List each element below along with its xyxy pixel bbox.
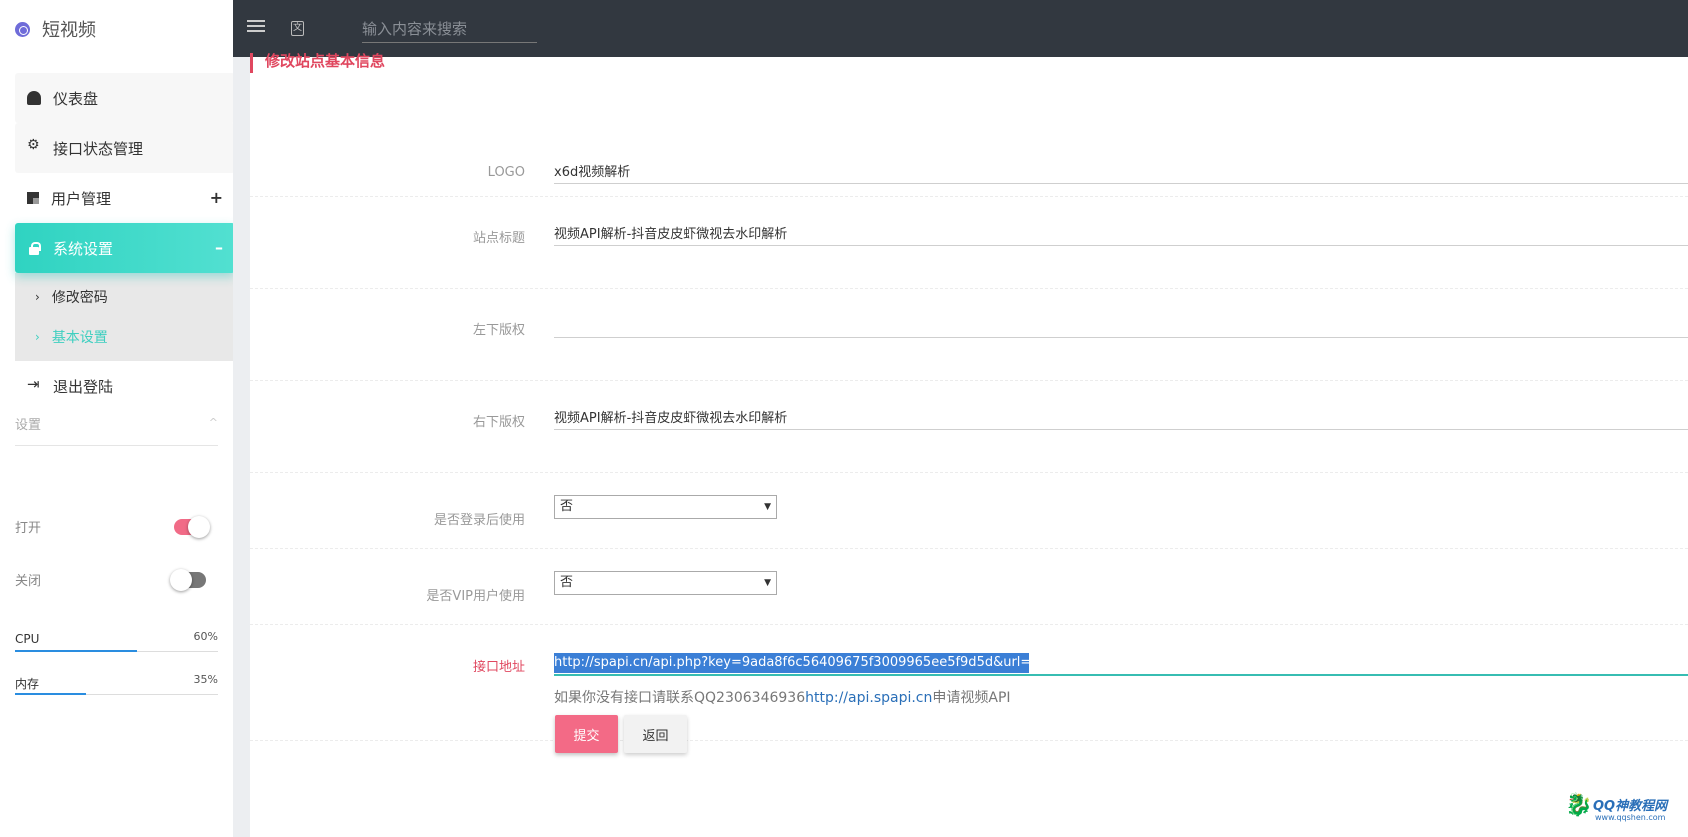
dropdown-arrow-icon: ▼ bbox=[764, 578, 771, 588]
meter-value: 60% bbox=[193, 630, 218, 643]
sidebar-item-system-settings[interactable]: 系统设置 – bbox=[15, 223, 235, 273]
sidebar-item-label: 退出登陆 bbox=[53, 377, 114, 396]
section-title: 修改站点基本信息 bbox=[250, 53, 385, 73]
form-row-copyright-right: 右下版权 bbox=[250, 381, 1688, 473]
watermark: 🐉 QQ神教程网 www.qqshen.com bbox=[1565, 793, 1675, 827]
main-content: 修改站点基本信息 LOGO 站点标题 左下版权 右下版权 是否登录后使用 否 ▼… bbox=[250, 53, 1688, 837]
gears-icon bbox=[27, 137, 41, 155]
toggle-knob bbox=[188, 516, 210, 538]
form-row-vip-required: 是否VIP用户使用 否 ▼ bbox=[250, 549, 1688, 625]
meter-value: 35% bbox=[193, 673, 218, 686]
watermark-text: QQ神教程网 bbox=[1593, 799, 1668, 814]
menu-toggle-icon[interactable] bbox=[247, 20, 265, 36]
submenu-item-label: 修改密码 bbox=[51, 290, 108, 306]
cpu-meter: CPU 60% bbox=[15, 630, 218, 652]
select-value: 否 bbox=[560, 575, 574, 590]
submenu-item-basic-settings[interactable]: › 基本设置 bbox=[15, 317, 235, 357]
brand[interactable]: 短视频 bbox=[15, 14, 96, 44]
field-label: 站点标题 bbox=[472, 231, 525, 246]
search-input[interactable] bbox=[362, 16, 537, 43]
api-url-field[interactable] bbox=[554, 650, 1688, 676]
toggle-switch-on[interactable] bbox=[174, 516, 210, 538]
back-button[interactable]: 返回 bbox=[624, 715, 687, 753]
sidebar-item-label: 用户管理 bbox=[51, 189, 112, 208]
field-label: 接口地址 bbox=[472, 660, 525, 675]
login-required-select[interactable]: 否 ▼ bbox=[554, 495, 777, 519]
field-label: LOGO bbox=[487, 165, 525, 180]
lock-icon bbox=[27, 241, 41, 255]
form-row-copyright-left: 左下版权 bbox=[250, 289, 1688, 381]
field-label: 右下版权 bbox=[472, 415, 525, 430]
sidebar: 短视频 仪表盘 接口状态管理 用户管理 + 系统设置 – › 修改密码 › bbox=[0, 0, 235, 837]
dashboard-icon bbox=[27, 91, 41, 105]
form-row-logo: LOGO bbox=[250, 87, 1688, 197]
help-text-prefix: 如果你没有接口请联系QQ2306346936 bbox=[554, 690, 806, 706]
form-row-api-url: 接口地址 如果你没有接口请联系QQ2306346936http://api.sp… bbox=[250, 625, 1688, 741]
select-value: 否 bbox=[560, 499, 574, 514]
meter-fill bbox=[15, 650, 137, 652]
chevron-right-icon: › bbox=[35, 330, 40, 344]
copyright-left-field[interactable] bbox=[554, 312, 1688, 338]
sidebar-item-dashboard[interactable]: 仪表盘 bbox=[15, 73, 235, 123]
field-label: 左下版权 bbox=[472, 323, 525, 338]
switch-label: 关闭 bbox=[15, 574, 42, 589]
submenu-item-change-password[interactable]: › 修改密码 bbox=[15, 277, 235, 317]
site-title-field[interactable] bbox=[554, 220, 1688, 246]
dropdown-arrow-icon: ▼ bbox=[764, 502, 771, 512]
toggle-switch-off[interactable] bbox=[170, 569, 206, 591]
sidebar-item-label: 接口状态管理 bbox=[53, 139, 144, 158]
watermark-url: www.qqshen.com bbox=[1595, 813, 1666, 822]
chevron-up-icon: ^ bbox=[208, 416, 218, 429]
dragon-logo-icon: 🐉 bbox=[1565, 793, 1593, 818]
sidebar-menu: 仪表盘 接口状态管理 用户管理 + 系统设置 – › 修改密码 › 基本设置 bbox=[15, 73, 235, 411]
sidebar-item-label: 仪表盘 bbox=[53, 89, 99, 108]
switch-row-off: 关闭 bbox=[15, 569, 218, 591]
logout-icon bbox=[27, 375, 41, 393]
submit-button[interactable]: 提交 bbox=[555, 715, 618, 753]
switch-label: 打开 bbox=[15, 521, 42, 536]
grid-icon bbox=[27, 192, 39, 204]
field-label: 是否VIP用户使用 bbox=[426, 589, 525, 604]
toggle-knob bbox=[170, 569, 192, 591]
meter-fill bbox=[15, 693, 87, 695]
content-gutter bbox=[233, 0, 250, 837]
form-row-login-required: 是否登录后使用 否 ▼ bbox=[250, 473, 1688, 549]
settings-section-title: 设置 bbox=[15, 418, 42, 433]
copyright-right-field[interactable] bbox=[554, 404, 1688, 430]
memory-meter: 内存 35% bbox=[15, 673, 218, 695]
collapse-icon: – bbox=[215, 238, 223, 257]
settings-section-header[interactable]: 设置 ^ bbox=[15, 414, 218, 446]
switch-row-on: 打开 bbox=[15, 516, 218, 538]
chevron-right-icon: › bbox=[35, 290, 40, 304]
translate-icon[interactable] bbox=[291, 20, 304, 36]
brand-logo-icon bbox=[15, 21, 30, 37]
expand-icon: + bbox=[209, 188, 223, 207]
sidebar-item-users[interactable]: 用户管理 + bbox=[15, 173, 235, 223]
logo-field[interactable] bbox=[554, 158, 1688, 184]
sidebar-item-logout[interactable]: 退出登陆 bbox=[15, 361, 235, 411]
meter-label: 内存 bbox=[15, 677, 40, 691]
sidebar-item-api-status[interactable]: 接口状态管理 bbox=[15, 123, 235, 173]
vip-required-select[interactable]: 否 ▼ bbox=[554, 571, 777, 595]
meter-label: CPU bbox=[15, 632, 40, 646]
sidebar-item-label: 系统设置 bbox=[53, 239, 114, 258]
help-text-suffix: 申请视频API bbox=[932, 690, 1011, 706]
help-link[interactable]: http://api.spapi.cn bbox=[805, 690, 932, 706]
api-url-help: 如果你没有接口请联系QQ2306346936http://api.spapi.c… bbox=[554, 687, 1011, 707]
field-label: 是否登录后使用 bbox=[433, 513, 525, 528]
submenu-item-label: 基本设置 bbox=[51, 330, 108, 346]
system-settings-submenu: › 修改密码 › 基本设置 bbox=[15, 273, 235, 361]
brand-name: 短视频 bbox=[42, 20, 96, 41]
form-row-site-title: 站点标题 bbox=[250, 197, 1688, 289]
